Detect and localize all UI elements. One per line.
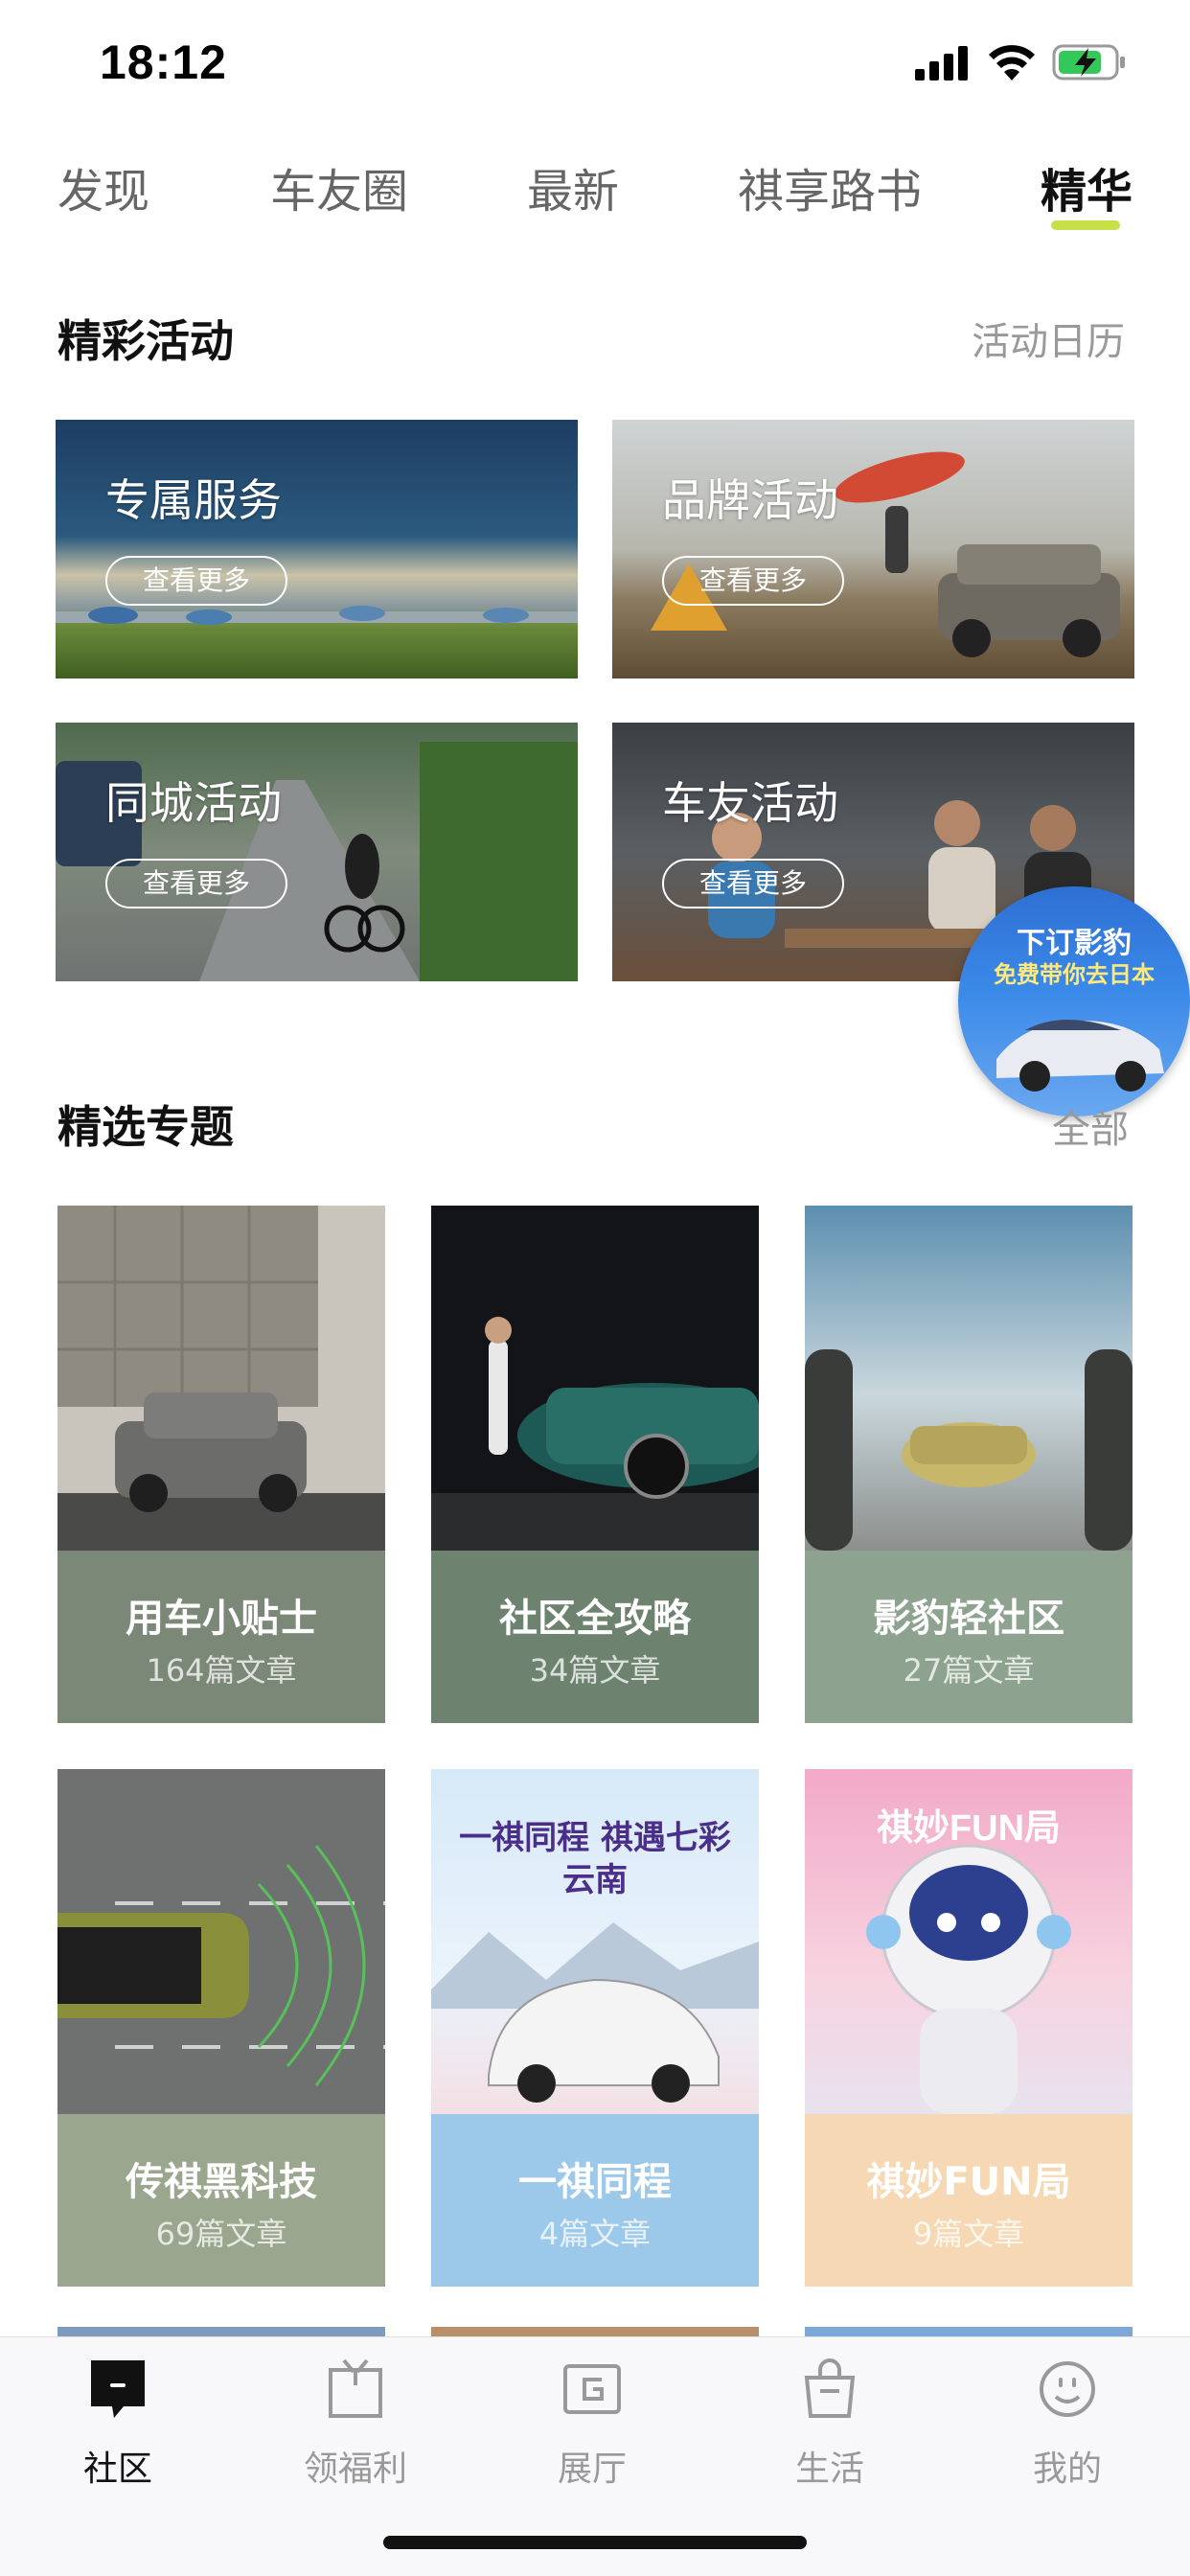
wifi-icon: [989, 45, 1035, 80]
status-time: 18:12: [100, 35, 227, 89]
nav-life[interactable]: 生活: [753, 2357, 906, 2500]
all-topics-link[interactable]: 全部: [1052, 1098, 1129, 1154]
nav-label: 社区: [82, 2450, 152, 2489]
tab-latest[interactable]: 最新: [527, 153, 619, 220]
activity-card-service-image: [56, 420, 578, 678]
topic-card[interactable]: 影豹轻社区 27篇文章: [805, 1206, 1133, 1723]
showroom-icon: [563, 2364, 621, 2414]
topic-article-count: 34篇文章: [529, 1652, 661, 1689]
topic-card[interactable]: 一祺同程 祺遇七彩云南 一祺同程 4篇文章: [431, 1769, 759, 2287]
topic-card-info: 用车小贴士 164篇文章: [57, 1551, 385, 1723]
community-icon: [91, 2360, 145, 2418]
topic-card-image: [431, 1206, 759, 1551]
topic-card[interactable]: 社区全攻略 34篇文章: [431, 1206, 759, 1723]
topic-card-info: 社区全攻略 34篇文章: [431, 1551, 759, 1723]
topic-name: 传祺黑科技: [126, 2160, 317, 2204]
activity-card-service[interactable]: 专属服务 查看更多: [56, 420, 578, 678]
nav-label: 我的: [1032, 2450, 1102, 2489]
topic-article-count: 9篇文章: [912, 2216, 1025, 2252]
activity-card-brand[interactable]: 品牌活动 查看更多: [612, 420, 1134, 678]
nav-community[interactable]: 社区: [41, 2357, 195, 2500]
nav-label: 展厅: [557, 2450, 627, 2489]
topic-card-info: 一祺同程 4篇文章: [431, 2114, 759, 2287]
topic-card-info: 祺妙FUN局 9篇文章: [805, 2114, 1133, 2287]
activity-calendar-link[interactable]: 活动日历: [972, 310, 1125, 366]
activity-card-label: 同城活动: [105, 777, 282, 829]
view-more-button[interactable]: 查看更多: [662, 859, 844, 908]
status-bar: 18:12: [0, 0, 1190, 125]
view-more-button[interactable]: 查看更多: [662, 556, 844, 606]
topic-name: 影豹轻社区: [873, 1597, 1064, 1641]
nav-showroom[interactable]: 展厅: [515, 2357, 669, 2500]
topic-5-poster-title: 一祺同程 祺遇七彩云南: [459, 1819, 731, 1899]
gift-icon: [329, 2358, 382, 2418]
activity-card-label: 专属服务: [105, 474, 282, 526]
topic-name: 社区全攻略: [499, 1597, 691, 1641]
nav-label: 领福利: [303, 2450, 407, 2489]
activity-card-label: 品牌活动: [662, 474, 838, 526]
topic-name: 用车小贴士: [126, 1597, 317, 1641]
topic-article-count: 27篇文章: [903, 1652, 1035, 1689]
activity-card-city-image: [56, 723, 578, 981]
topic-name: 一祺同程: [518, 2160, 672, 2204]
topic-card-info: 传祺黑科技 69篇文章: [57, 2114, 385, 2287]
nav-profile[interactable]: 我的: [991, 2357, 1144, 2500]
topic-card[interactable]: 用车小贴士 164篇文章: [57, 1206, 385, 1723]
topic-card-image: [57, 1206, 385, 1551]
activity-card-city[interactable]: 同城活动 查看更多: [56, 723, 578, 981]
topic-card[interactable]: 祺妙FUN局 祺妙FUN局 9篇文章: [805, 1769, 1133, 2287]
topic-card-image: [805, 1206, 1133, 1551]
topic-6-poster-title: 祺妙FUN局: [876, 1808, 1062, 1849]
tab-discover[interactable]: 发现: [57, 153, 149, 220]
view-more-button[interactable]: 查看更多: [105, 556, 287, 606]
profile-icon: [1040, 2361, 1095, 2417]
topic-article-count: 164篇文章: [146, 1652, 297, 1689]
topic-name: 祺妙FUN局: [866, 2160, 1071, 2204]
view-more-button[interactable]: 查看更多: [105, 859, 287, 908]
topics-title: 精选专题: [57, 1101, 234, 1153]
shopping-bag-icon: [804, 2358, 856, 2418]
topic-card[interactable]: 传祺黑科技 69篇文章: [57, 1769, 385, 2287]
activities-title: 精彩活动: [57, 315, 234, 367]
tab-roadbook[interactable]: 祺享路书: [738, 153, 922, 220]
home-indicator[interactable]: [383, 2536, 807, 2549]
nav-label: 生活: [794, 2450, 864, 2489]
active-tab-indicator: [1051, 220, 1120, 230]
top-tab-bar: 发现 车友圈 最新 祺享路书 精华: [0, 153, 1190, 230]
topic-card-image: [57, 1769, 385, 2114]
next-topic-peek: [805, 2327, 1133, 2336]
battery-charging-icon: [1052, 44, 1125, 80]
activity-card-brand-image: [612, 420, 1134, 678]
floating-promo-badge[interactable]: 下订影豹 免费带你去日本: [958, 886, 1190, 1116]
promo-car-image: [996, 1020, 1164, 1092]
nav-benefits[interactable]: 领福利: [279, 2357, 432, 2500]
topic-article-count: 4篇文章: [538, 2216, 652, 2252]
next-topic-peek: [431, 2327, 759, 2336]
tab-car-friends[interactable]: 车友圈: [270, 153, 408, 220]
topic-card-info: 影豹轻社区 27篇文章: [805, 1551, 1133, 1723]
topic-article-count: 69篇文章: [155, 2216, 287, 2252]
cellular-signal-icon: [915, 46, 968, 80]
next-topic-peek: [57, 2327, 385, 2336]
tab-featured[interactable]: 精华: [1041, 153, 1133, 220]
activity-card-label: 车友活动: [662, 777, 838, 829]
